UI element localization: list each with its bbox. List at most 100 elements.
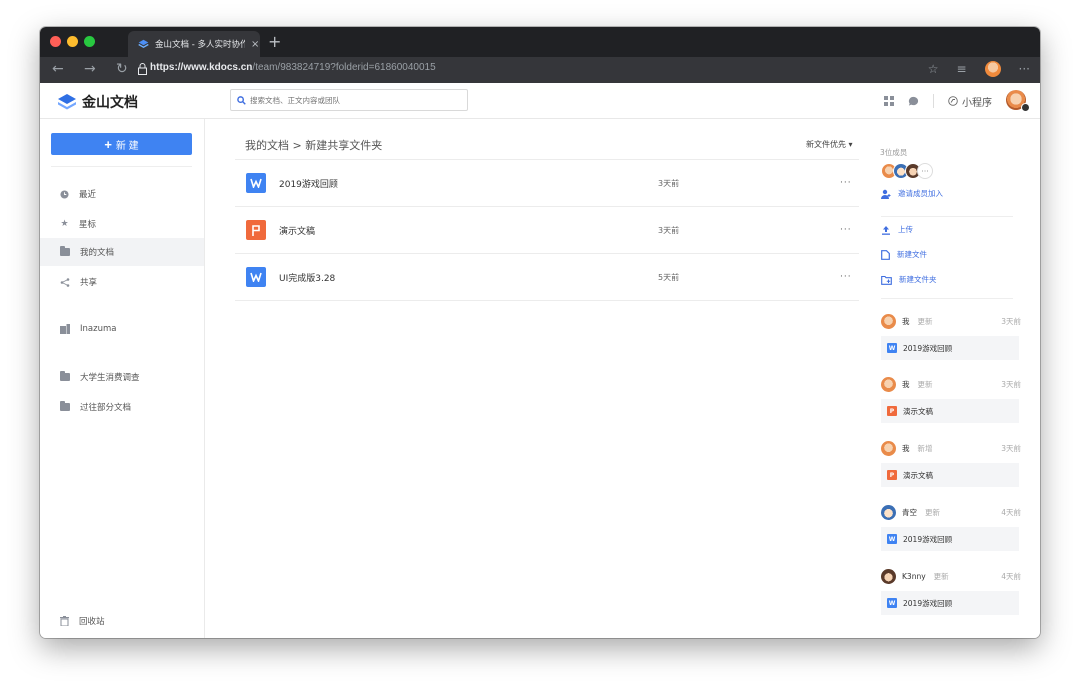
add-user-icon xyxy=(881,189,891,199)
more-menu-icon[interactable]: ··· xyxy=(1019,62,1030,76)
search-input[interactable] xyxy=(250,95,450,105)
user-avatar[interactable] xyxy=(1006,90,1030,112)
member-avatars[interactable]: ··· xyxy=(881,163,933,179)
message-icon[interactable] xyxy=(908,96,919,107)
activity-time: 4天前 xyxy=(1001,507,1021,517)
upload-button[interactable]: 上传 xyxy=(881,224,913,235)
new-folder-label: 新建文件夹 xyxy=(899,275,937,284)
file-time: 5天前 xyxy=(658,272,680,282)
file-time: 3天前 xyxy=(658,178,680,188)
new-file-icon xyxy=(881,249,890,260)
doc-file-icon xyxy=(246,173,266,193)
address-bar[interactable]: https://www.kdocs.cn/team/983824719?fold… xyxy=(150,62,436,73)
more-actions-icon[interactable]: ··· xyxy=(840,178,852,188)
activity-file-name: 2019游戏回顾 xyxy=(903,343,953,353)
sidebar-item-label: Inazuma xyxy=(80,324,117,334)
sidebar-item-folder-archive[interactable]: 过往部分文档 xyxy=(40,393,204,421)
activity-file-link[interactable]: W 2019游戏回顾 xyxy=(881,591,1019,615)
sidebar-item-label: 大学生消费调查 xyxy=(80,373,140,383)
star-icon: ★ xyxy=(60,218,69,229)
activity-file-link[interactable]: W 2019游戏回顾 xyxy=(881,527,1019,551)
new-folder-button[interactable]: 新建文件夹 xyxy=(881,274,937,285)
more-actions-icon[interactable]: ··· xyxy=(840,272,852,282)
search-box[interactable] xyxy=(230,89,468,111)
activity-action: 更新 xyxy=(917,379,933,389)
sidebar-item-team-inazuma[interactable]: Inazuma xyxy=(40,315,204,343)
browser-tab[interactable]: 金山文档 - 多人实时协作的在线 × xyxy=(128,31,260,57)
sidebar-item-starred[interactable]: ★ 星标 xyxy=(40,210,204,238)
app-body: + 新 建 最近 ★ 星标 我的文档 共享 Inazuma 大学生消费调查 过往… xyxy=(40,119,1040,638)
activity-file-name: 演示文稿 xyxy=(903,470,933,480)
user-avatar xyxy=(881,313,896,329)
new-button[interactable]: + 新 建 xyxy=(51,133,192,155)
upload-label: 上传 xyxy=(898,225,913,234)
invite-label: 邀请成员加入 xyxy=(898,189,943,198)
user-avatar xyxy=(881,440,896,456)
minimize-window-button[interactable] xyxy=(67,36,78,47)
file-row[interactable]: 演示文稿 3天前 ··· xyxy=(235,207,859,254)
maximize-window-button[interactable] xyxy=(84,36,95,47)
mini-program-button[interactable]: 小程序 xyxy=(948,94,992,109)
breadcrumb[interactable]: 我的文档 > 新建共享文件夹 xyxy=(245,137,382,153)
mini-program-label: 小程序 xyxy=(962,97,992,109)
sidebar-item-folder-survey[interactable]: 大学生消费调查 xyxy=(40,363,204,391)
sidebar-item-trash[interactable]: 回收站 xyxy=(40,607,204,635)
activity-file-link[interactable]: W 2019游戏回顾 xyxy=(881,336,1019,360)
folder-icon xyxy=(60,401,70,411)
doc-file-icon: W xyxy=(887,343,897,353)
app-logo[interactable]: 金山文档 xyxy=(58,92,138,112)
close-window-button[interactable] xyxy=(50,36,61,47)
activity-time: 3天前 xyxy=(1001,379,1021,389)
panel-divider xyxy=(881,298,1013,299)
profile-avatar[interactable] xyxy=(984,61,1001,77)
reading-list-icon[interactable]: ≡ xyxy=(956,62,966,76)
more-members-icon[interactable]: ··· xyxy=(917,163,933,179)
invite-member-button[interactable]: 邀请成员加入 xyxy=(881,188,943,199)
presentation-file-icon xyxy=(246,220,266,240)
activity-file-link[interactable]: P 演示文稿 xyxy=(881,399,1019,423)
mini-program-icon xyxy=(948,96,958,106)
upload-icon xyxy=(882,225,890,235)
file-name: 演示文稿 xyxy=(279,226,316,237)
trash-icon xyxy=(60,616,69,626)
right-panel: 3位成员 ··· 邀请成员加入 上传 新建文件 新建文件夹 我 更新 3天前 W… xyxy=(875,119,1040,638)
activity-file-link[interactable]: P 演示文稿 xyxy=(881,463,1019,487)
kdocs-logo-icon xyxy=(58,94,76,110)
share-icon xyxy=(60,277,70,287)
sidebar-item-shared[interactable]: 共享 xyxy=(40,268,204,296)
file-row[interactable]: UI完成版3.28 5天前 ··· xyxy=(235,254,859,301)
activity-user: 我 xyxy=(902,316,910,326)
file-row[interactable]: 2019游戏回顾 3天前 ··· xyxy=(235,160,859,207)
sidebar-item-label: 回收站 xyxy=(79,617,105,627)
sidebar-item-recent[interactable]: 最近 xyxy=(40,180,204,208)
plus-icon: + xyxy=(104,136,112,152)
activity-user: 我 xyxy=(902,443,910,453)
new-tab-button[interactable]: + xyxy=(268,32,281,51)
header-actions: 小程序 xyxy=(884,90,1030,112)
tab-close-icon[interactable]: × xyxy=(251,39,259,50)
activity-file-name: 2019游戏回顾 xyxy=(903,534,953,544)
url-host: https://www.kdocs.cn xyxy=(150,62,253,73)
activity-action: 更新 xyxy=(925,507,940,517)
apps-grid-icon[interactable] xyxy=(884,96,894,106)
activity-item: 我 更新 3天前 W 2019游戏回顾 xyxy=(881,313,1021,360)
user-avatar xyxy=(881,568,896,584)
toolbar-actions: ☆ ≡ ··· xyxy=(928,61,1030,77)
reload-icon[interactable]: ↻ xyxy=(116,61,128,77)
sidebar-item-label: 共享 xyxy=(80,278,98,288)
sidebar-item-label: 星标 xyxy=(79,220,97,230)
forward-icon[interactable]: → xyxy=(84,61,96,77)
new-file-button[interactable]: 新建文件 xyxy=(881,249,927,260)
activity-user: 青空 xyxy=(902,507,917,517)
bookmark-star-icon[interactable]: ☆ xyxy=(928,62,939,76)
more-actions-icon[interactable]: ··· xyxy=(840,225,852,235)
user-avatar xyxy=(881,504,896,520)
back-icon[interactable]: ← xyxy=(52,61,64,77)
user-avatar xyxy=(881,376,896,392)
activity-item: K3nny 更新 4天前 W 2019游戏回顾 xyxy=(881,568,1021,615)
new-folder-icon xyxy=(881,275,892,285)
sidebar-item-my-docs[interactable]: 我的文档 xyxy=(40,238,204,266)
sort-dropdown[interactable]: 新文件优先 ▾ xyxy=(806,139,853,150)
tab-bar: 金山文档 - 多人实时协作的在线 × + xyxy=(40,27,1040,57)
presentation-file-icon: P xyxy=(887,470,897,480)
